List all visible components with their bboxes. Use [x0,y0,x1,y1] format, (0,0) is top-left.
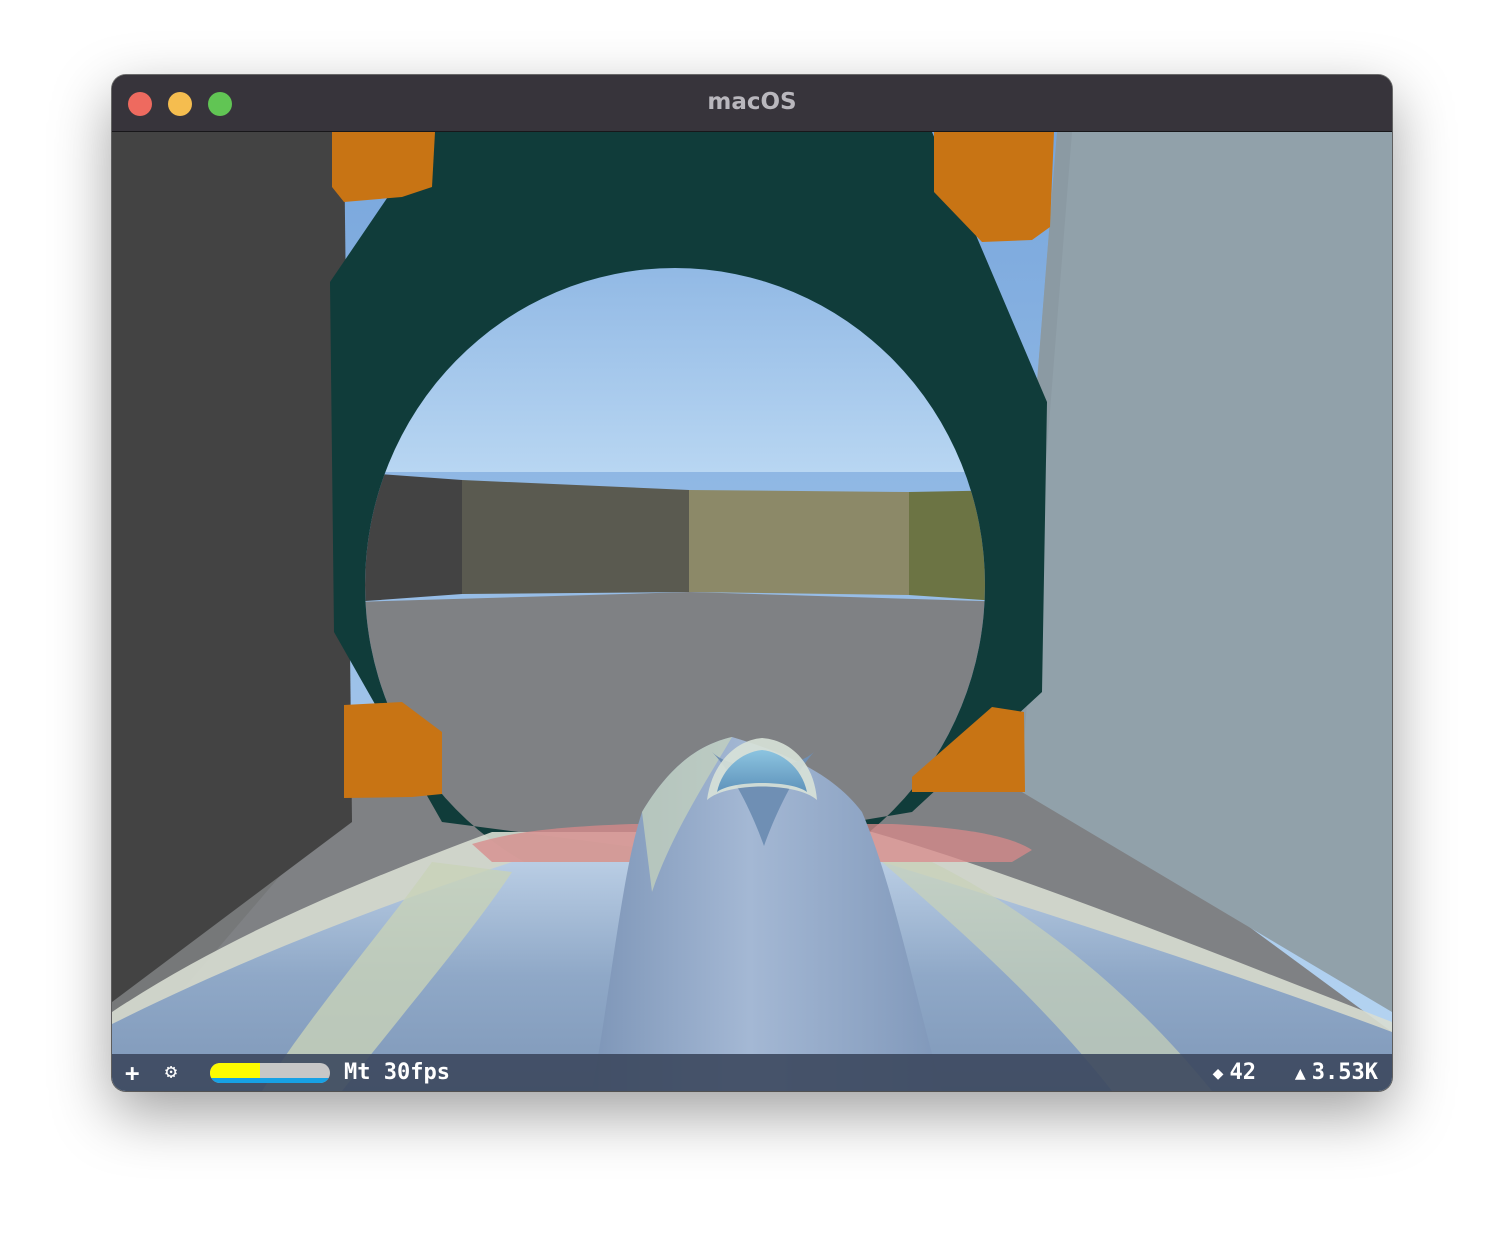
diamond-icon: ◆ [1212,1063,1224,1084]
node-count: ◆ 42 [1213,1060,1256,1085]
far-wall-2 [462,480,689,594]
app-window: macOS + ⚙ Mt 30fps ◆ 42 ▲ 3.53K [112,75,1392,1091]
title-bar[interactable]: macOS [112,75,1392,132]
window-title: macOS [707,89,797,115]
add-icon[interactable]: + [125,1059,139,1087]
far-wall-3 [689,490,909,595]
node-count-value: 42 [1229,1060,1257,1085]
performance-meter[interactable] [210,1063,330,1083]
stats-bar: + ⚙ Mt 30fps ◆ 42 ▲ 3.53K [112,1054,1392,1091]
cpu-usage-fill [210,1063,261,1078]
gear-icon[interactable]: ⚙ [165,1059,177,1083]
triangle-count: ▲ 3.53K [1295,1060,1378,1085]
triangle-count-value: 3.53K [1311,1060,1378,1085]
gpu-usage-fill [210,1078,330,1083]
fps-readout: Mt 30fps [344,1060,450,1085]
game-scene [112,132,1392,1091]
triangle-icon: ▲ [1294,1063,1306,1084]
scene-viewport[interactable]: + ⚙ Mt 30fps ◆ 42 ▲ 3.53K [112,132,1392,1091]
